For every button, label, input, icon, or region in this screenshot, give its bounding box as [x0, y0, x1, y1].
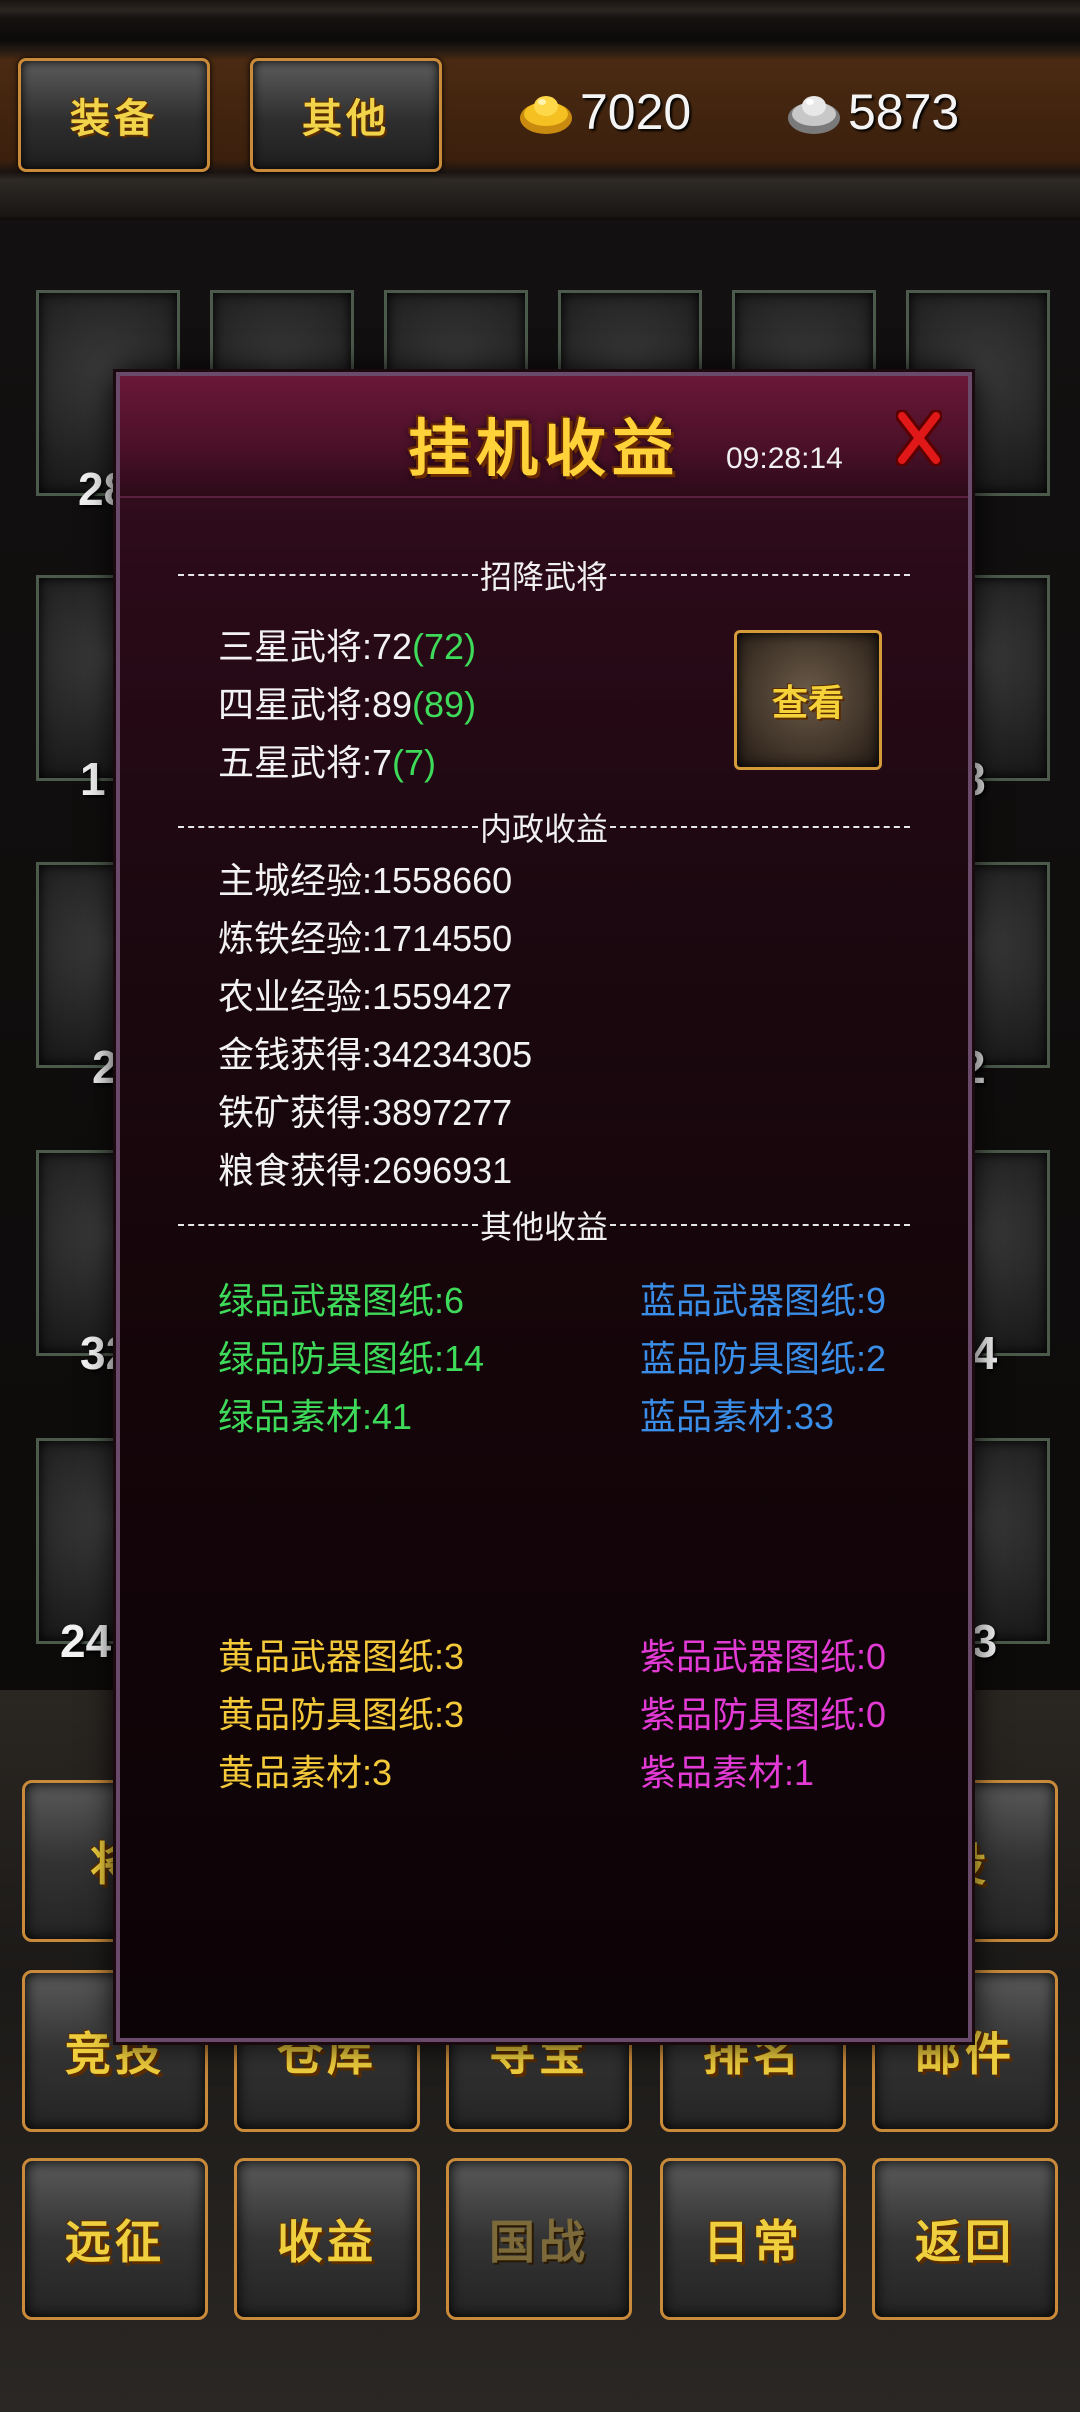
close-button[interactable] — [894, 408, 944, 468]
domestic-line: 铁矿获得:3897277 — [218, 1092, 513, 1133]
purple-item-line: 紫品防具图纸:0 — [640, 1694, 887, 1735]
slot-count: 1 — [80, 753, 106, 805]
expedition-button[interactable]: 远征 — [22, 2158, 208, 2320]
domestic-line: 粮食获得:2696931 — [218, 1150, 513, 1191]
earnings-button[interactable]: 收益 — [234, 2158, 420, 2320]
yellow-item-line: 黄品武器图纸:3 — [218, 1636, 465, 1677]
silver-ingot-icon — [788, 96, 840, 134]
top-bar: 装备 其他 7020 5873 — [0, 0, 1080, 220]
silver-amount: 5873 — [848, 84, 960, 140]
daily-button[interactable]: 日常 — [660, 2158, 846, 2320]
dialog-timestamp: 09:28:14 — [726, 442, 843, 475]
domestic-line: 农业经验:1559427 — [218, 976, 513, 1017]
green-item-line: 绿品武器图纸:6 — [218, 1280, 465, 1321]
domestic-line: 主城经验:1558660 — [218, 860, 513, 901]
recruit-line: 三星武将:72(72) — [218, 626, 477, 667]
slot-count: 2 — [92, 1041, 118, 1093]
recruit-line: 四星武将:89(89) — [218, 684, 477, 725]
green-item-line: 绿品防具图纸:14 — [218, 1338, 485, 1379]
yellow-item-line: 黄品素材:3 — [218, 1752, 393, 1793]
other-tab-button[interactable]: 其他 — [250, 58, 442, 172]
section-title: 招降武将 — [479, 558, 608, 596]
nation-war-button[interactable]: 国战 — [446, 2158, 632, 2320]
section-divider-recruit: 招降武将 — [120, 552, 968, 598]
section-divider-other: 其他收益 — [120, 1202, 968, 1248]
domestic-line: 炼铁经验:1714550 — [218, 918, 513, 959]
domestic-line: 金钱获得:34234305 — [218, 1034, 533, 1075]
close-icon — [896, 410, 942, 466]
section-title: 其他收益 — [479, 1208, 608, 1246]
idle-earnings-dialog: 挂机收益 09:28:14 招降武将 三星武将:72(72) 四星武将:89(8… — [116, 372, 972, 2042]
yellow-item-line: 黄品防具图纸:3 — [218, 1694, 465, 1735]
back-button[interactable]: 返回 — [872, 2158, 1058, 2320]
gold-currency: 7020 — [518, 76, 691, 148]
recruit-line: 五星武将:7(7) — [218, 742, 437, 783]
purple-item-line: 紫品素材:1 — [640, 1752, 815, 1793]
blue-item-line: 蓝品武器图纸:9 — [640, 1280, 887, 1321]
green-item-line: 绿品素材:41 — [218, 1396, 413, 1437]
blue-item-line: 蓝品素材:33 — [640, 1396, 835, 1437]
gold-ingot-icon — [520, 96, 572, 134]
section-title: 内政收益 — [479, 810, 608, 848]
silver-currency: 5873 — [786, 76, 959, 148]
gold-amount: 7020 — [580, 84, 692, 140]
blue-item-line: 蓝品防具图纸:2 — [640, 1338, 887, 1379]
view-button[interactable]: 查看 — [734, 630, 882, 770]
section-divider-domestic: 内政收益 — [120, 804, 968, 850]
purple-item-line: 紫品武器图纸:0 — [640, 1636, 887, 1677]
equipment-tab-button[interactable]: 装备 — [18, 58, 210, 172]
